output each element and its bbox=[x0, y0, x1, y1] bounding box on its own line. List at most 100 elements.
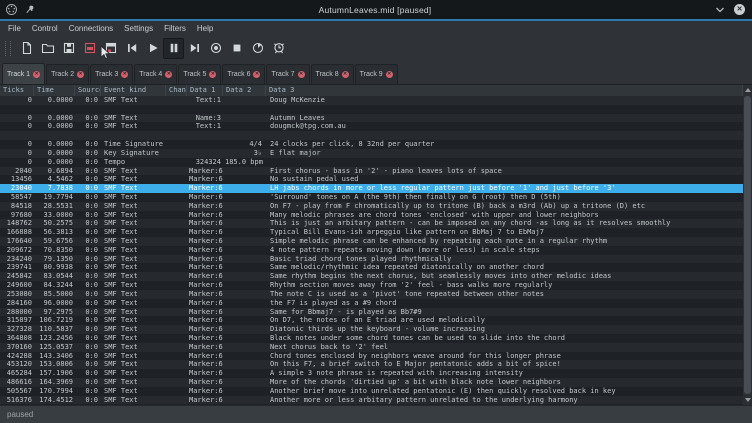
tab-close-button[interactable]: ✕ bbox=[209, 71, 216, 78]
scrollbar-track[interactable] bbox=[744, 95, 751, 395]
table-row[interactable]: 24960084.32440:0SMF TextMarker:6Rhythm s… bbox=[0, 281, 752, 290]
save-button[interactable] bbox=[58, 38, 79, 59]
table-row[interactable]: 00.00000:0SMF TextText:1Doug McKenzie bbox=[0, 96, 752, 105]
cell-data3: dougmck@tpg.com.au bbox=[266, 122, 743, 131]
record-smf-button[interactable] bbox=[79, 38, 100, 59]
menu-help[interactable]: Help bbox=[197, 24, 213, 33]
table-row[interactable]: 28800097.29750:0SMF TextMarker:6Same for… bbox=[0, 308, 752, 317]
tab-track-5[interactable]: Track 5✕ bbox=[178, 64, 221, 84]
pin-icon[interactable] bbox=[24, 4, 35, 15]
table-row[interactable]: 17664059.67560:0SMF TextMarker:6Simple m… bbox=[0, 237, 752, 246]
table-row[interactable]: 5854719.77940:0SMF TextMarker:6'Surround… bbox=[0, 193, 752, 202]
scroll-up-button[interactable] bbox=[743, 85, 752, 95]
table-row[interactable] bbox=[0, 131, 752, 140]
record-button[interactable] bbox=[205, 38, 226, 59]
table-row[interactable]: 00.00000:0SMF TextText:1dougmck@tpg.com.… bbox=[0, 122, 752, 131]
stop-button[interactable] bbox=[226, 38, 247, 59]
menu-settings[interactable]: Settings bbox=[124, 24, 153, 33]
open-button[interactable] bbox=[37, 38, 58, 59]
cell-data2 bbox=[223, 219, 266, 228]
cell-data2 bbox=[223, 352, 266, 361]
tab-close-button[interactable]: ✕ bbox=[165, 71, 172, 78]
tab-track-7[interactable]: Track 7✕ bbox=[266, 64, 309, 84]
table-row[interactable]: 00.00000:0Key Signature3♭E flat major bbox=[0, 149, 752, 158]
metronome-button[interactable] bbox=[268, 38, 289, 59]
table-row[interactable]: 230407.78380:0SMF TextMarker:6LH jabs ch… bbox=[0, 184, 752, 193]
table-row[interactable]: 424288143.34060:0SMF TextMarker:6Chord t… bbox=[0, 352, 752, 361]
table-row[interactable]: 9768033.00000:0SMF TextMarker:6Many melo… bbox=[0, 211, 752, 220]
tab-close-button[interactable]: ✕ bbox=[253, 71, 260, 78]
tab-track-8[interactable]: Track 8✕ bbox=[311, 64, 354, 84]
shade-chevron-icon[interactable] bbox=[715, 6, 725, 14]
timer-button[interactable] bbox=[247, 38, 268, 59]
table-row[interactable]: 28416096.00000:0SMF TextMarker:6the F7 i… bbox=[0, 299, 752, 308]
tab-close-button[interactable]: ✕ bbox=[77, 71, 84, 78]
menu-file[interactable]: File bbox=[8, 24, 21, 33]
menu-connections[interactable]: Connections bbox=[69, 24, 113, 33]
vertical-scrollbar[interactable] bbox=[743, 85, 752, 405]
table-row[interactable]: 505567170.79940:0SMF TextMarker:6Another… bbox=[0, 387, 752, 396]
tab-track-9[interactable]: Track 9✕ bbox=[355, 64, 398, 84]
cell-data2 bbox=[223, 122, 266, 131]
table-row[interactable]: 364808123.24560:0SMF TextMarker:6Black n… bbox=[0, 334, 752, 343]
skip-to-start-button[interactable] bbox=[121, 38, 142, 59]
table-row[interactable]: 25308085.50000:0SMF TextMarker:6The note… bbox=[0, 290, 752, 299]
tab-track-3[interactable]: Track 3✕ bbox=[90, 64, 133, 84]
table-row[interactable]: 327328110.58370:0SMF TextMarker:6Diatoni… bbox=[0, 325, 752, 334]
tab-track-6[interactable]: Track 6✕ bbox=[222, 64, 265, 84]
table-row[interactable]: 20967270.83500:0SMF TextMarker:64 note p… bbox=[0, 246, 752, 255]
menu-control[interactable]: Control bbox=[32, 24, 58, 33]
cell-source: 0:0 bbox=[75, 96, 101, 105]
table-row[interactable]: 23424079.13500:0SMF TextMarker:6Basic tr… bbox=[0, 255, 752, 264]
table-row[interactable]: 8451828.55310:0SMF TextMarker:6On F7 - p… bbox=[0, 202, 752, 211]
tab-track-2[interactable]: Track 2✕ bbox=[46, 64, 89, 84]
table-row[interactable]: 00.00000:0SMF TextName:3Autumn Leaves bbox=[0, 114, 752, 123]
column-header-event-kind[interactable]: Event kind bbox=[101, 85, 166, 96]
toolbar-drag-handle[interactable] bbox=[5, 41, 11, 56]
close-button[interactable]: ✕ bbox=[734, 4, 745, 15]
table-row[interactable]: 00.00000:0Tempo324324185.0 bpm bbox=[0, 158, 752, 167]
table-row[interactable]: 16688856.38130:0SMF TextMarker:6Typical … bbox=[0, 228, 752, 237]
tab-track-1[interactable]: Track 1✕ bbox=[2, 63, 45, 84]
tab-close-button[interactable]: ✕ bbox=[121, 71, 128, 78]
cell-event-kind bbox=[101, 105, 166, 114]
table-row[interactable]: 370160125.05370:0SMF TextMarker:6Next ch… bbox=[0, 343, 752, 352]
table-row[interactable]: 453120153.08060:0SMF TextMarker:6On this… bbox=[0, 360, 752, 369]
table-row[interactable]: 486616164.39690:0SMF TextMarker:6More of… bbox=[0, 378, 752, 387]
tab-close-button[interactable]: ✕ bbox=[298, 71, 305, 78]
table-row[interactable]: 14876250.25750:0SMF TextMarker:6This is … bbox=[0, 219, 752, 228]
tab-close-button[interactable]: ✕ bbox=[33, 71, 40, 78]
table-row[interactable]: 315897106.72190:0SMF TextMarker:6On D7, … bbox=[0, 316, 752, 325]
tab-close-button[interactable]: ✕ bbox=[342, 71, 349, 78]
tab-track-4[interactable]: Track 4✕ bbox=[134, 64, 177, 84]
scrollbar-thumb[interactable] bbox=[744, 96, 751, 394]
column-header-time[interactable]: Time bbox=[34, 85, 75, 96]
cell-data3: Basic triad chord tones played rhythmica… bbox=[266, 255, 743, 264]
column-header-ticks[interactable]: Ticks bbox=[0, 85, 34, 96]
skip-to-end-button[interactable] bbox=[184, 38, 205, 59]
pause-button[interactable] bbox=[163, 38, 184, 59]
column-header-chan[interactable]: Chan bbox=[166, 85, 187, 96]
table-row[interactable]: 516376174.45120:0SMF TextMarker:6Another… bbox=[0, 396, 752, 405]
column-header-data-2[interactable]: Data 2 bbox=[223, 85, 266, 96]
new-button[interactable] bbox=[16, 38, 37, 59]
table-row[interactable]: 23974180.99380:0SMF TextMarker:6Same mel… bbox=[0, 263, 752, 272]
menu-filters[interactable]: Filters bbox=[164, 24, 186, 33]
cell-chan bbox=[166, 105, 187, 114]
cell-event-kind: SMF Text bbox=[101, 334, 166, 343]
cell-data3: Many melodic phrases are chord tones 'en… bbox=[266, 211, 743, 220]
table-row[interactable]: 134564.54620:0SMF TextMarker:6No sustain… bbox=[0, 175, 752, 184]
scroll-down-button[interactable] bbox=[743, 395, 752, 405]
column-header-data-1[interactable]: Data 1 bbox=[187, 85, 223, 96]
title-bar[interactable]: AutumnLeaves.mid [paused] ✕ bbox=[0, 0, 752, 19]
column-header-data-3[interactable]: Data 3 bbox=[266, 85, 743, 96]
cell-ticks: 84518 bbox=[0, 202, 34, 211]
column-header-source[interactable]: Source bbox=[75, 85, 101, 96]
table-row[interactable]: 20400.68940:0SMF TextMarker:6First choru… bbox=[0, 167, 752, 176]
play-button[interactable] bbox=[142, 38, 163, 59]
tab-close-button[interactable]: ✕ bbox=[386, 71, 393, 78]
table-row[interactable]: 24584283.05440:0SMF TextMarker:6Same rhy… bbox=[0, 272, 752, 281]
table-row[interactable]: 465284157.19060:0SMF TextMarker:6A simpl… bbox=[0, 369, 752, 378]
table-row[interactable]: 00.00000:0Time Signature4/424 clocks per… bbox=[0, 140, 752, 149]
table-row[interactable] bbox=[0, 105, 752, 114]
